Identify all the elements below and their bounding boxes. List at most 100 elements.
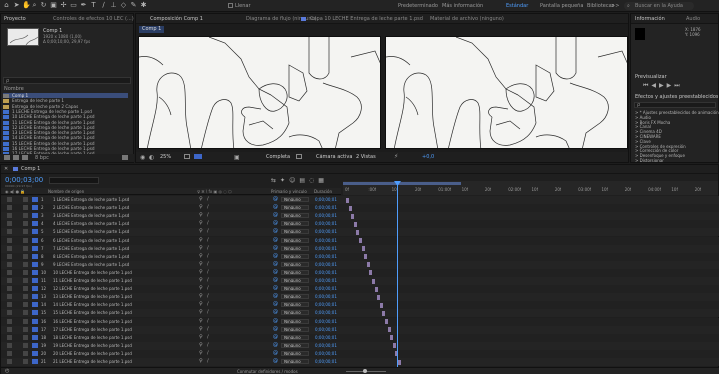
layer-duration[interactable]: 0;00;00;01 xyxy=(315,342,337,349)
quality-switch-icon[interactable]: ∕ xyxy=(207,212,209,219)
table-row[interactable]: 3 3 LECHE Entrega de leche parte 1.psd ♀ ∕ @… xyxy=(1,212,719,221)
clone-tool-icon[interactable]: ⊥ xyxy=(110,2,117,9)
parent-dropdown[interactable]: Ninguno xyxy=(281,261,309,267)
shy-switch-icon[interactable]: ♀ xyxy=(199,342,203,349)
lock-icon[interactable] xyxy=(23,245,28,251)
layer-source-name[interactable]: 16 LECHE Entrega de leche parte 1.psd xyxy=(53,318,132,325)
quality-switch-icon[interactable]: ∕ xyxy=(207,293,209,300)
layer-duration-bar[interactable] xyxy=(348,205,352,211)
new-folder-icon[interactable] xyxy=(13,155,19,160)
quality-switch-icon[interactable]: ∕ xyxy=(207,326,209,333)
new-comp-icon[interactable] xyxy=(22,155,28,160)
table-row[interactable]: 17 17 LECHE Entrega de leche parte 1.psd ♀… xyxy=(1,325,719,334)
parent-dropdown[interactable]: Ninguno xyxy=(281,269,309,275)
layer-duration-bar[interactable] xyxy=(346,197,349,203)
visibility-eye-icon[interactable] xyxy=(7,334,12,340)
parent-pickwhip-icon[interactable]: @ xyxy=(273,237,278,244)
camera-tool-icon[interactable]: ▣ xyxy=(50,2,57,9)
layer-source-name[interactable]: 11 LECHE Entrega de leche parte 1.psd xyxy=(53,277,132,284)
lock-icon[interactable] xyxy=(23,286,28,292)
layer-label-color[interactable] xyxy=(32,213,38,219)
parent-dropdown[interactable]: Ninguno xyxy=(281,205,309,211)
effects-search-input[interactable]: ρ xyxy=(634,102,716,108)
lock-icon[interactable] xyxy=(23,342,28,348)
layer-duration[interactable]: 0;00;00;01 xyxy=(315,309,337,316)
quality-switch-icon[interactable]: ∕ xyxy=(207,228,209,235)
shy-switch-icon[interactable]: ♀ xyxy=(199,350,203,357)
table-row[interactable]: 15 15 LECHE Entrega de leche parte 1.psd ♀… xyxy=(1,309,719,318)
parent-dropdown[interactable]: Ninguno xyxy=(281,278,309,283)
table-row[interactable]: 11 11 LECHE Entrega de leche parte 1.psd ♀… xyxy=(1,277,719,286)
parent-pickwhip-icon[interactable]: @ xyxy=(273,318,278,325)
toggle-switches-modes[interactable]: Conmutar definidores / modos xyxy=(237,369,298,374)
show-channel-icon[interactable]: ◐ xyxy=(149,154,154,161)
table-row[interactable]: 14 14 LECHE Entrega de leche parte 1.psd ♀… xyxy=(1,301,719,310)
parent-pickwhip-icon[interactable]: @ xyxy=(273,301,278,308)
table-row[interactable]: 8 8 LECHE Entrega de leche parte 1.psd ♀ ∕ @… xyxy=(1,252,719,261)
step-back-icon[interactable]: ◀ xyxy=(651,82,659,89)
project-search-input[interactable]: ρ xyxy=(3,77,131,84)
layer-source-name[interactable]: 9 LECHE Entrega de leche parte 1.psd xyxy=(53,261,129,268)
interpret-footage-icon[interactable] xyxy=(4,155,10,160)
layer-duration[interactable]: 0;00;00;01 xyxy=(315,220,337,227)
layer-source-name[interactable]: 2 LECHE Entrega de leche parte 1.psd xyxy=(53,204,129,211)
tab-info[interactable]: Información xyxy=(635,16,665,22)
parent-pickwhip-icon[interactable]: @ xyxy=(273,342,278,349)
visibility-eye-icon[interactable] xyxy=(7,237,12,243)
layer-source-name[interactable]: 14 LECHE Entrega de leche parte 1.psd xyxy=(53,301,132,308)
shy-switch-icon[interactable]: ♀ xyxy=(199,261,203,268)
visibility-eye-icon[interactable] xyxy=(7,221,12,227)
layer-duration-bar[interactable] xyxy=(385,319,388,324)
render-time-icon[interactable]: ◴ xyxy=(5,368,9,374)
visibility-eye-icon[interactable] xyxy=(7,326,12,332)
visibility-eye-icon[interactable] xyxy=(7,294,12,300)
viewer-left-frame[interactable] xyxy=(138,36,381,149)
shy-switch-icon[interactable]: ♀ xyxy=(199,309,203,316)
visibility-eye-icon[interactable] xyxy=(7,245,12,251)
parent-dropdown[interactable]: Ninguno xyxy=(281,302,309,308)
layer-source-name[interactable]: 1 LECHE Entrega de leche parte 1.psd xyxy=(53,196,129,203)
layer-duration-bar[interactable] xyxy=(364,254,368,260)
viewer-right-frame[interactable] xyxy=(385,36,628,149)
quality-switch-icon[interactable]: ∕ xyxy=(207,196,209,203)
parent-dropdown[interactable]: Ninguno xyxy=(281,359,309,364)
layer-duration-bar[interactable] xyxy=(369,270,373,276)
parent-pickwhip-icon[interactable]: @ xyxy=(273,277,278,284)
table-row[interactable]: 12 12 LECHE Entrega de leche parte 1.psd ♀… xyxy=(1,285,719,294)
quality-switch-icon[interactable]: ∕ xyxy=(207,285,209,292)
parent-dropdown[interactable]: Ninguno xyxy=(281,237,309,243)
layer-duration[interactable]: 0;00;00;01 xyxy=(315,261,337,268)
shy-switch-icon[interactable]: ♀ xyxy=(199,334,203,341)
layer-source-name[interactable]: 5 LECHE Entrega de leche parte 1.psd xyxy=(53,228,129,235)
column-source-name[interactable]: Nombre de origen xyxy=(48,189,84,194)
parent-pickwhip-icon[interactable]: @ xyxy=(273,358,278,365)
parent-pickwhip-icon[interactable]: @ xyxy=(273,220,278,227)
layer-duration-bar[interactable] xyxy=(356,229,360,235)
layer-duration-bar[interactable] xyxy=(379,302,383,308)
table-row[interactable]: 10 10 LECHE Entrega de leche parte 1.psd ♀… xyxy=(1,268,719,277)
quality-switch-icon[interactable]: ∕ xyxy=(207,318,209,325)
lock-icon[interactable] xyxy=(23,326,28,332)
table-row[interactable]: 18 18 LECHE Entrega de leche parte 1.psd ♀… xyxy=(1,333,719,342)
type-tool-icon[interactable]: T xyxy=(90,2,97,9)
parent-dropdown[interactable]: Ninguno xyxy=(281,318,309,324)
tab-composition[interactable]: Composición Comp 1 xyxy=(150,16,203,22)
rectangle-tool-icon[interactable]: ▭ xyxy=(70,2,77,9)
project-column-name[interactable]: Nombre xyxy=(4,86,24,92)
last-frame-icon[interactable]: ⏭ xyxy=(674,82,682,89)
shy-switch-icon[interactable]: ♀ xyxy=(199,253,203,260)
layer-source-name[interactable]: 8 LECHE Entrega de leche parte 1.psd xyxy=(53,253,129,260)
layer-duration-bar[interactable] xyxy=(392,343,396,349)
quality-switch-icon[interactable]: ∕ xyxy=(207,245,209,252)
timeline-tab-comp[interactable]: Comp 1 xyxy=(21,166,40,172)
parent-pickwhip-icon[interactable]: @ xyxy=(273,212,278,219)
layer-source-name[interactable]: 21 LECHE Entrega de leche parte 1.psd xyxy=(53,358,132,365)
workspace-small-screen[interactable]: Pantalla pequeña xyxy=(540,3,583,9)
layer-duration[interactable]: 0;00;00;01 xyxy=(315,350,337,357)
zoom-dropdown[interactable]: 25% xyxy=(160,154,171,160)
table-row[interactable]: 1 1 LECHE Entrega de leche parte 1.psd ♀ ∕ @… xyxy=(1,196,719,205)
parent-dropdown[interactable]: Ninguno xyxy=(281,286,309,292)
shy-switch-icon[interactable]: ♀ xyxy=(199,212,203,219)
visibility-eye-icon[interactable] xyxy=(7,269,12,275)
parent-dropdown[interactable]: Ninguno xyxy=(281,350,309,356)
